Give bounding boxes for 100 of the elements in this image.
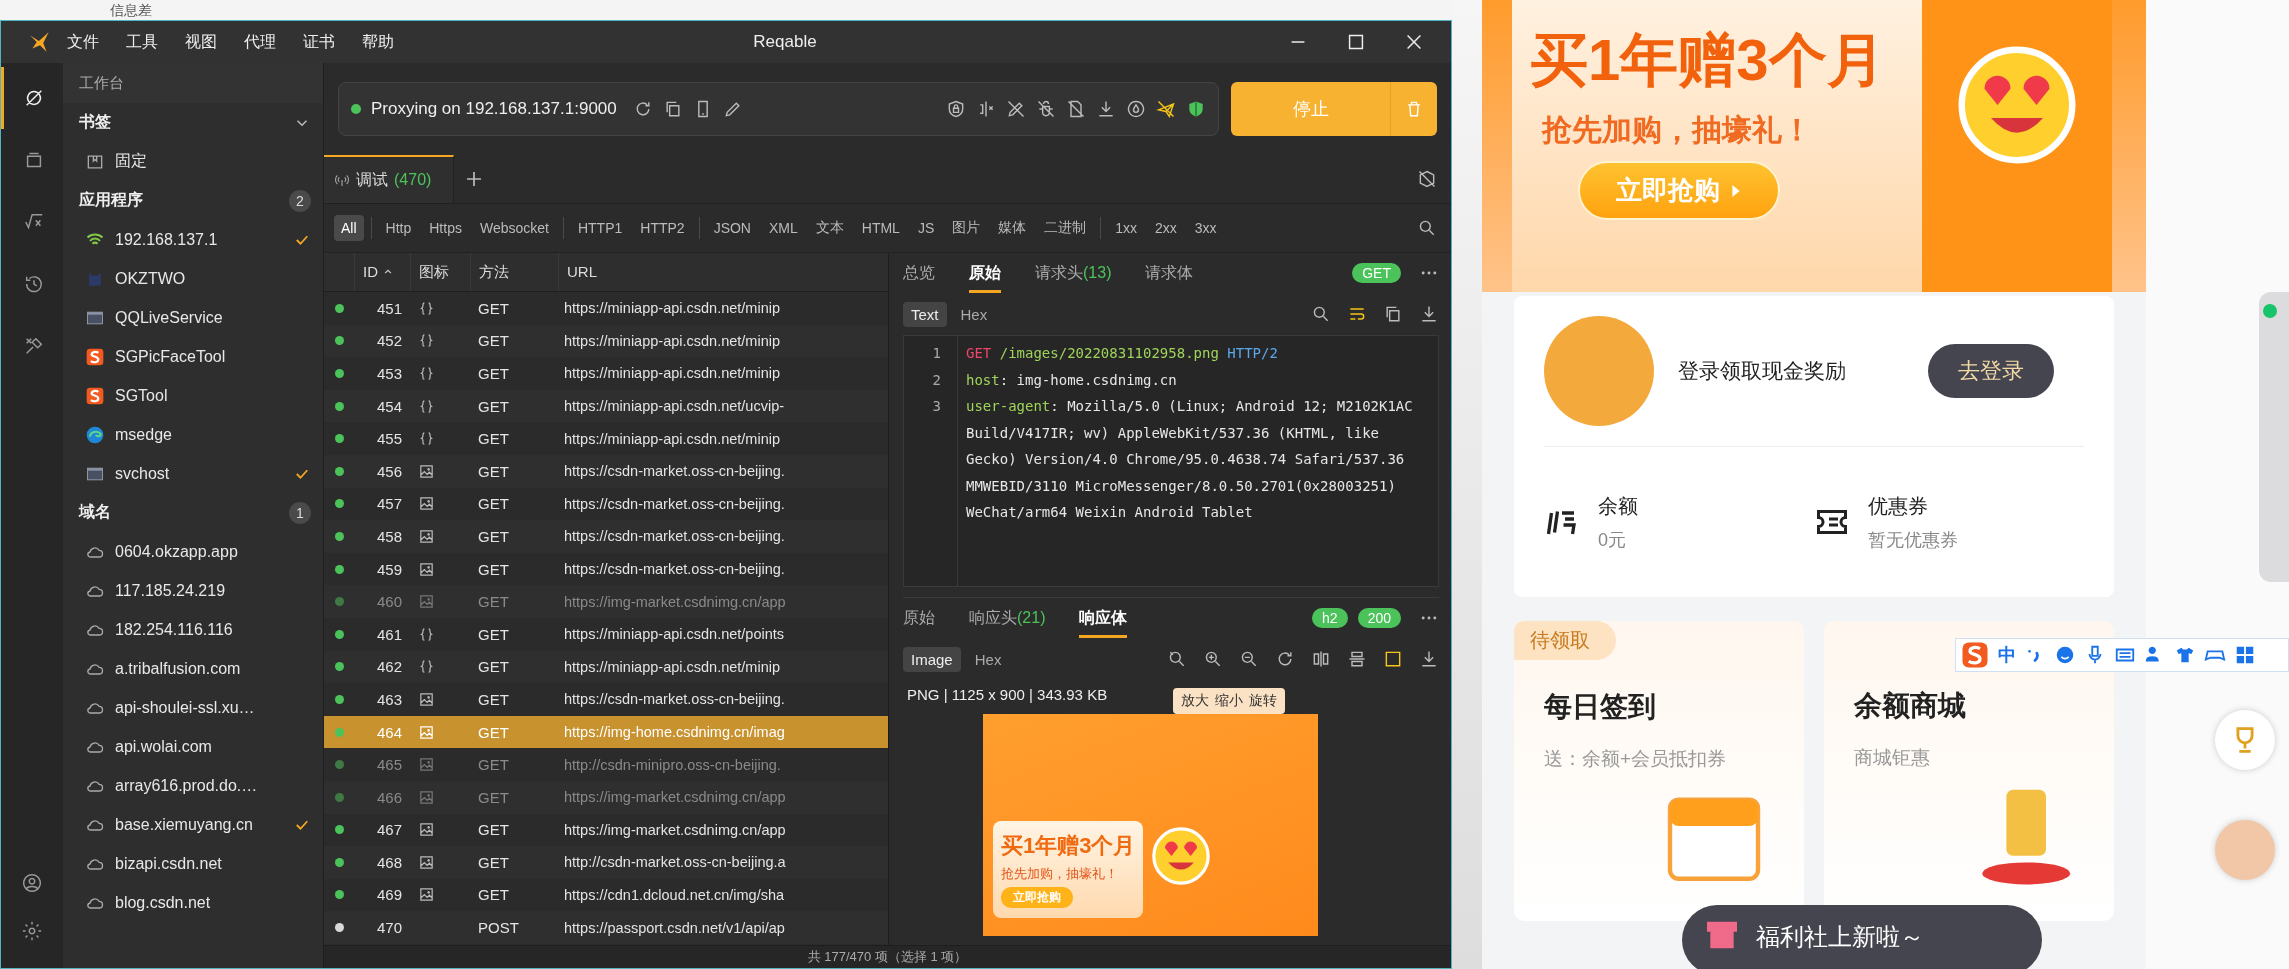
s-logo-icon[interactable] bbox=[1960, 640, 1990, 670]
login-button[interactable]: 去登录 bbox=[1928, 344, 2054, 398]
request-row[interactable]: 465 GET http://csdn-minipro.oss-cn-beijing. bbox=[324, 748, 888, 781]
column-header[interactable]: URL bbox=[558, 253, 888, 291]
drop-icon[interactable] bbox=[1126, 99, 1146, 119]
zoom-out-icon[interactable] bbox=[1239, 649, 1259, 669]
grid-icon[interactable] bbox=[2234, 644, 2256, 666]
sidebar-item[interactable]: svchost bbox=[63, 454, 323, 493]
user-icon[interactable] bbox=[21, 872, 43, 894]
section-title[interactable]: 书签 bbox=[79, 112, 293, 133]
request-row[interactable]: 469 GET https://cdn1.dcloud.net.cn/img/sha bbox=[324, 878, 888, 912]
response-tab[interactable]: 响应头(21) bbox=[969, 598, 1046, 638]
filter-chip[interactable]: HTTP2 bbox=[633, 215, 692, 241]
sidebar-item[interactable]: a.tribalfusion.com bbox=[63, 649, 323, 688]
request-row[interactable]: 468 GET http://csdn-market.oss-cn-beijing.a bbox=[324, 846, 888, 879]
request-tab[interactable]: 原始 bbox=[969, 253, 1001, 293]
menu-item[interactable]: 证书 bbox=[303, 31, 335, 53]
request-row[interactable]: 456 GET https://csdn-market.oss-cn-beijing. bbox=[324, 454, 888, 488]
sidebar-item[interactable]: SGTool bbox=[63, 376, 323, 415]
download-icon[interactable] bbox=[1419, 649, 1439, 669]
download-icon[interactable] bbox=[1096, 99, 1116, 119]
menu-item[interactable]: 代理 bbox=[244, 31, 276, 53]
cube-off-icon[interactable] bbox=[1417, 169, 1437, 189]
section-title[interactable]: 域名 bbox=[79, 502, 289, 523]
request-row[interactable]: 457 GET https://csdn-market.oss-cn-beijing. bbox=[324, 487, 888, 521]
sidebar-item[interactable]: OKZTWO bbox=[63, 259, 323, 298]
search-icon[interactable] bbox=[1417, 218, 1437, 238]
view-toggle[interactable]: Image bbox=[903, 646, 961, 672]
flip-vertical-icon[interactable] bbox=[1347, 649, 1367, 669]
settings-icon[interactable] bbox=[21, 920, 43, 942]
zoom-in-icon[interactable] bbox=[1203, 649, 1223, 669]
search-icon[interactable] bbox=[1311, 304, 1331, 324]
tooltip-action[interactable]: 放大 bbox=[1181, 692, 1209, 710]
menu-item[interactable]: 帮助 bbox=[362, 31, 394, 53]
filter-chip[interactable]: 二进制 bbox=[1037, 214, 1094, 242]
filter-chip[interactable]: 2xx bbox=[1148, 215, 1184, 241]
sidebar-item[interactable]: 182.254.116.116 bbox=[63, 610, 323, 649]
zoom-reset-icon[interactable] bbox=[1167, 649, 1187, 669]
request-row[interactable]: 453 GET https://miniapp-api.csdn.net/minip bbox=[324, 357, 888, 390]
sidebar-item[interactable]: array616.prod.do.… bbox=[63, 766, 323, 805]
section-title[interactable]: 应用程序 bbox=[79, 190, 289, 211]
column-header[interactable]: 方法 bbox=[470, 253, 558, 291]
sidebar-item[interactable]: 0604.okzapp.app bbox=[63, 532, 323, 571]
sidebar-item[interactable]: base.xiemuyang.cn bbox=[63, 805, 323, 844]
session-tab[interactable]: 调试 (470) bbox=[324, 155, 455, 203]
request-row[interactable]: 459 GET https://csdn-market.oss-cn-beijing. bbox=[324, 552, 888, 586]
filter-chip[interactable]: XML bbox=[761, 215, 805, 241]
sidebar-item[interactable]: QQLiveService bbox=[63, 298, 323, 337]
request-row[interactable]: 452 GET https://miniapp-api.csdn.net/minip bbox=[324, 324, 888, 358]
view-toggle[interactable]: Hex bbox=[966, 646, 1010, 672]
filter-chip[interactable]: 图片 bbox=[945, 214, 988, 242]
filter-chip[interactable]: Https bbox=[422, 215, 469, 241]
filter-chip[interactable]: 1xx bbox=[1108, 215, 1145, 241]
bug-off-icon[interactable] bbox=[1036, 99, 1056, 119]
view-toggle[interactable]: Text bbox=[903, 301, 947, 327]
sidebar-item[interactable]: bizapi.csdn.net bbox=[63, 844, 323, 883]
request-tab[interactable]: 请求体 bbox=[1145, 253, 1194, 293]
request-row[interactable]: 463 GET https://csdn-market.oss-cn-beijing. bbox=[324, 683, 888, 716]
request-row[interactable]: 458 GET https://csdn-market.oss-cn-beijing. bbox=[324, 520, 888, 553]
floating-banner[interactable]: 福利社上新啦～ bbox=[1682, 905, 2042, 969]
sidebar-item[interactable]: api.wolai.com bbox=[63, 727, 323, 766]
filter-chip[interactable]: 媒体 bbox=[991, 214, 1034, 242]
input-mode-toggle[interactable]: 中 bbox=[1998, 643, 2016, 667]
request-row[interactable]: 470 POST https://passport.csdn.net/v1/api/ap bbox=[324, 911, 888, 944]
response-tab[interactable]: 原始 bbox=[903, 598, 935, 638]
pencil-icon[interactable] bbox=[722, 99, 743, 119]
request-row[interactable]: 454 GET https://miniapp-api.csdn.net/ucvip- bbox=[324, 389, 888, 423]
menu-item[interactable]: 视图 bbox=[185, 31, 217, 53]
sidebar-item[interactable]: SGPicFaceTool bbox=[63, 337, 323, 376]
sidebar-item[interactable]: 固定 bbox=[63, 142, 323, 181]
column-header[interactable]: ID bbox=[354, 253, 410, 291]
copy-icon[interactable] bbox=[1383, 304, 1403, 324]
pen-off-icon[interactable] bbox=[1006, 99, 1026, 119]
feature-card[interactable]: 待领取 每日签到 送：余额+会员抵扣券 bbox=[1514, 621, 1804, 921]
request-row[interactable]: 462 GET https://miniapp-api.csdn.net/minip bbox=[324, 650, 888, 684]
tooltip-action[interactable]: 缩小 bbox=[1215, 692, 1243, 710]
sidebar-item[interactable]: blog.csdn.net bbox=[63, 883, 323, 922]
view-toggle[interactable]: Hex bbox=[952, 301, 996, 327]
sidebar-item[interactable]: 117.185.24.219 bbox=[63, 571, 323, 610]
filter-chip[interactable]: JS bbox=[910, 215, 942, 241]
filter-chip[interactable]: JSON bbox=[706, 215, 758, 241]
plane-off-icon[interactable] bbox=[1156, 99, 1176, 119]
filter-chip[interactable]: Websocket bbox=[472, 215, 556, 241]
frame-icon[interactable] bbox=[1383, 649, 1403, 669]
response-tab[interactable]: 响应体 bbox=[1079, 598, 1128, 638]
filter-chip[interactable]: All bbox=[334, 215, 364, 241]
filter-chip[interactable]: 文本 bbox=[808, 214, 851, 242]
request-row[interactable]: 467 GET https://img-market.csdnimg.cn/app bbox=[324, 813, 888, 847]
filter-chip[interactable]: 3xx bbox=[1187, 215, 1224, 241]
shield-icon[interactable] bbox=[1186, 99, 1206, 119]
request-row[interactable]: 466 GET https://img-market.csdnimg.cn/app bbox=[324, 780, 888, 814]
request-row[interactable]: 455 GET https://miniapp-api.csdn.net/minip bbox=[324, 422, 888, 455]
column-header[interactable]: 图标 bbox=[410, 253, 470, 291]
sidebar-item[interactable]: msedge bbox=[63, 415, 323, 454]
smiley-icon[interactable] bbox=[2054, 644, 2076, 666]
request-row[interactable]: 461 GET https://miniapp-api.csdn.net/points bbox=[324, 617, 888, 651]
file-off-icon[interactable] bbox=[1066, 99, 1086, 119]
request-row[interactable]: 451 GET https://miniapp-api.csdn.net/minip bbox=[324, 292, 888, 325]
request-tab[interactable]: 总览 bbox=[903, 253, 935, 293]
sidebar-item[interactable]: 192.168.137.1 bbox=[63, 220, 323, 259]
